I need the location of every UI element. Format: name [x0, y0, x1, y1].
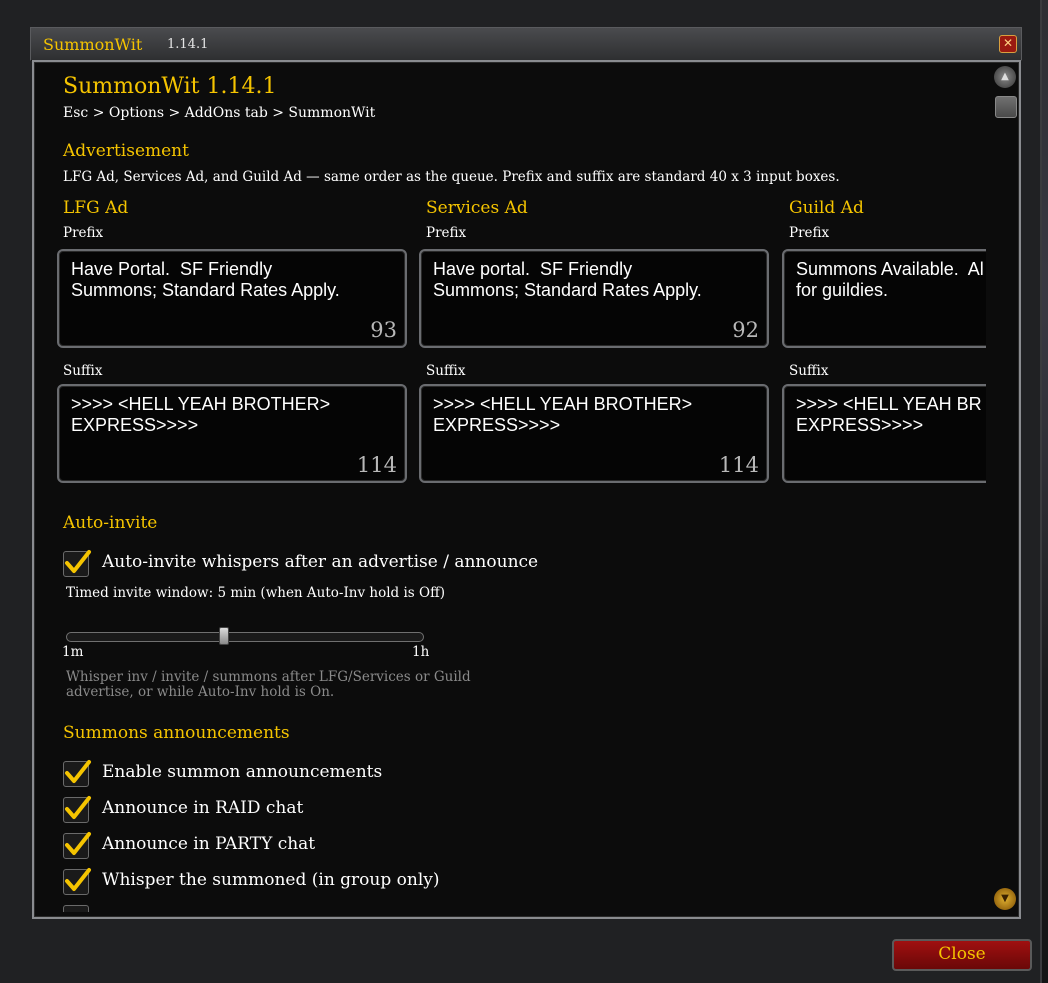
next-option-checkbox-clipped[interactable] — [63, 905, 89, 912]
auto-invite-hint: Whisper inv / invite / summons after LFG… — [66, 669, 471, 700]
breadcrumb: Esc > Options > AddOns tab > SummonWit — [63, 105, 376, 121]
section-advertisement: Advertisement — [63, 141, 189, 161]
services-suffix-input[interactable]: >>>> <HELL YEAH BROTHER> EXPRESS>>>> 114 — [419, 384, 769, 483]
enable-announcements-label: Enable summon announcements — [102, 762, 383, 782]
addon-version: 1.14.1 — [167, 37, 209, 52]
timed-window-text: Timed invite window: 5 min (when Auto-In… — [66, 585, 445, 601]
advertisement-description: LFG Ad, Services Ad, and Guild Ad — same… — [63, 169, 840, 185]
lfg-prefix-text: Have Portal. SF Friendly Summons; Standa… — [71, 259, 340, 300]
scrollbar-thumb[interactable] — [995, 96, 1017, 118]
checkmark-icon — [65, 832, 91, 855]
services-prefix-text: Have portal. SF Friendly Summons; Standa… — [433, 259, 702, 300]
section-summons-announcements: Summons announcements — [63, 723, 290, 743]
scroll-up-icon[interactable]: ▲ — [994, 66, 1016, 88]
lfg-suffix-count: 114 — [356, 453, 397, 477]
invite-window-slider[interactable] — [66, 632, 424, 642]
guild-ad-title: Guild Ad — [789, 198, 864, 218]
slider-max-label: 1h — [412, 644, 430, 660]
enable-announcements-checkbox[interactable] — [63, 760, 91, 787]
slider-thumb[interactable] — [219, 627, 230, 645]
services-prefix-count: 92 — [732, 318, 759, 342]
auto-invite-checkbox[interactable] — [63, 550, 91, 577]
lfg-ad-title: LFG Ad — [63, 198, 129, 218]
services-suffix-label: Suffix — [426, 363, 466, 379]
guild-prefix-label: Prefix — [789, 225, 830, 241]
whisper-summoned-checkbox[interactable] — [63, 868, 91, 895]
lfg-prefix-label: Prefix — [63, 225, 104, 241]
services-suffix-count: 114 — [718, 453, 759, 477]
guild-suffix-text: >>>> <HELL YEAH BR EXPRESS>>>> — [796, 394, 982, 435]
checkmark-icon — [65, 796, 91, 819]
scroll-down-icon[interactable]: ▼ — [994, 888, 1016, 910]
announce-party-checkbox[interactable] — [63, 832, 91, 859]
guild-prefix-input[interactable]: Summons Available. Al for guildies. — [782, 249, 986, 348]
guild-suffix-input[interactable]: >>>> <HELL YEAH BR EXPRESS>>>> — [782, 384, 986, 483]
lfg-suffix-label: Suffix — [63, 363, 103, 379]
lfg-suffix-text: >>>> <HELL YEAH BROTHER> EXPRESS>>>> — [71, 394, 331, 435]
lfg-prefix-count: 93 — [370, 318, 397, 342]
services-ad-title: Services Ad — [426, 198, 528, 218]
guild-suffix-label: Suffix — [789, 363, 829, 379]
checkmark-icon — [65, 550, 91, 573]
announce-raid-label: Announce in RAID chat — [102, 798, 304, 818]
page-title: SummonWit 1.14.1 — [63, 74, 277, 99]
services-suffix-text: >>>> <HELL YEAH BROTHER> EXPRESS>>>> — [433, 394, 693, 435]
addon-title: SummonWit — [43, 35, 143, 54]
checkmark-icon — [65, 868, 91, 891]
addon-titlebar: SummonWit 1.14.1 ✕ — [30, 27, 1022, 61]
services-prefix-label: Prefix — [426, 225, 467, 241]
slider-min-label: 1m — [62, 644, 84, 660]
close-button[interactable]: Close — [892, 939, 1032, 971]
settings-scroll-content: SummonWit 1.14.1 Esc > Options > AddOns … — [36, 62, 986, 912]
whisper-summoned-label: Whisper the summoned (in group only) — [102, 870, 440, 890]
services-prefix-input[interactable]: Have portal. SF Friendly Summons; Standa… — [419, 249, 769, 348]
checkmark-icon — [65, 760, 91, 783]
lfg-suffix-input[interactable]: >>>> <HELL YEAH BROTHER> EXPRESS>>>> 114 — [57, 384, 407, 483]
section-auto-invite: Auto-invite — [63, 513, 158, 533]
announce-raid-checkbox[interactable] — [63, 796, 91, 823]
auto-invite-label: Auto-invite whispers after an advertise … — [102, 552, 539, 572]
lfg-prefix-input[interactable]: Have Portal. SF Friendly Summons; Standa… — [57, 249, 407, 348]
announce-party-label: Announce in PARTY chat — [102, 834, 316, 854]
guild-prefix-text: Summons Available. Al for guildies. — [796, 259, 984, 300]
close-icon[interactable]: ✕ — [999, 35, 1017, 53]
